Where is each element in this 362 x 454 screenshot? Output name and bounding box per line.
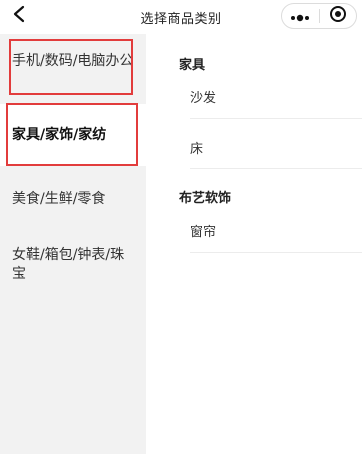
sidebar-item-label: 手机/数码/电脑办公: [12, 53, 134, 69]
subcategory-item-sofa[interactable]: 沙发: [190, 87, 362, 106]
category-sidebar: 手机/数码/电脑办公 家具/家饰/家纺 美食/生鲜/零食 女鞋/箱包/钟表/珠宝: [0, 34, 146, 454]
sidebar-item-label: 美食/生鲜/零食: [12, 191, 106, 207]
list-divider: [190, 252, 362, 253]
app-root: 选择商品类别 手机/数码/电脑办公 家具/家饰/家纺 美食/生鲜/零食 女鞋/箱…: [0, 0, 362, 454]
subcategory-panel: 家具 沙发 床 布艺软饰 窗帘: [146, 34, 362, 454]
more-button[interactable]: [282, 4, 319, 28]
list-divider: [190, 168, 362, 169]
target-circle-icon: [329, 5, 347, 27]
nav-bar: 选择商品类别: [0, 0, 362, 34]
sidebar-item-label: 家具/家饰/家纺: [12, 127, 107, 143]
sidebar-item-shoes-bags[interactable]: 女鞋/箱包/钟表/珠宝: [0, 246, 146, 286]
group-title-furniture: 家具: [179, 58, 206, 73]
sidebar-item-food[interactable]: 美食/生鲜/零食: [0, 190, 146, 214]
list-divider: [190, 118, 362, 119]
sidebar-item-digital[interactable]: 手机/数码/电脑办公: [0, 52, 146, 92]
subcategory-item-bed[interactable]: 床: [190, 138, 362, 157]
group-title-soft-decor: 布艺软饰: [179, 191, 232, 206]
mini-program-capsule: [281, 3, 357, 29]
sidebar-item-furniture[interactable]: 家具/家饰/家纺: [0, 104, 146, 166]
sidebar-item-label: 女鞋/箱包/钟表/珠宝: [12, 247, 125, 282]
subcategory-item-curtain[interactable]: 窗帘: [190, 221, 362, 240]
more-dots-icon: [289, 7, 311, 26]
close-button[interactable]: [320, 4, 357, 28]
